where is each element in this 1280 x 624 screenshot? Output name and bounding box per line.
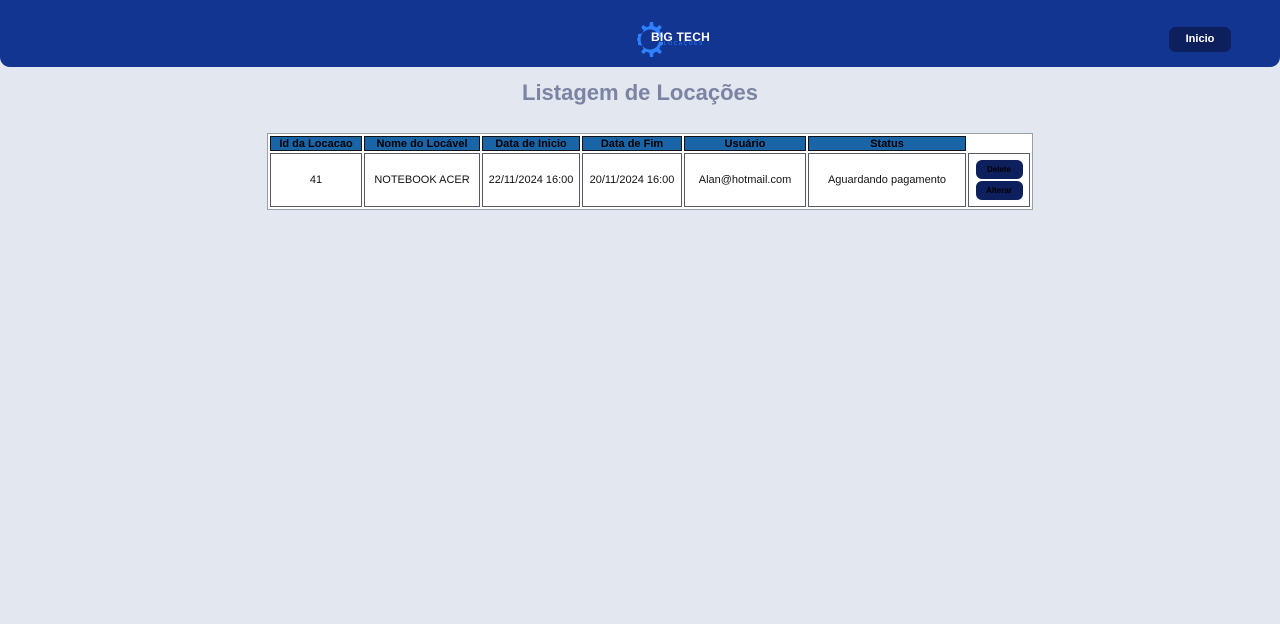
cell-nome: NOTEBOOK ACER (364, 153, 480, 207)
column-header-nome: Nome do Locável (364, 136, 480, 151)
column-header-usuario: Usuário (684, 136, 806, 151)
cell-fim: 20/11/2024 16:00 (582, 153, 682, 207)
logo-subtitle: LOCAÇÕES (664, 41, 704, 47)
column-header-id: Id da Locacao (270, 136, 362, 151)
table-row: 41 NOTEBOOK ACER 22/11/2024 16:00 20/11/… (270, 153, 1030, 207)
alter-button[interactable]: Alterar (975, 181, 1023, 200)
delete-button[interactable]: Delete (975, 160, 1023, 179)
top-navbar: BIG TECH LOCAÇÕES Inicio (0, 0, 1280, 67)
home-button[interactable]: Inicio (1169, 27, 1231, 52)
rentals-table-container: Id da Locacao Nome do Locável Data de In… (267, 133, 1033, 210)
table-header-row: Id da Locacao Nome do Locável Data de In… (270, 136, 1030, 151)
column-header-fim: Data de Fim (582, 136, 682, 151)
page-title: Listagem de Locações (522, 80, 758, 105)
column-header-inicio: Data de Inicio (482, 136, 580, 151)
rentals-table: Id da Locacao Nome do Locável Data de In… (267, 133, 1033, 210)
cell-id: 41 (270, 153, 362, 207)
brand-logo[interactable]: BIG TECH LOCAÇÕES (637, 20, 717, 60)
column-header-status: Status (808, 136, 966, 151)
cell-inicio: 22/11/2024 16:00 (482, 153, 580, 207)
cell-status: Aguardando pagamento (808, 153, 966, 207)
cell-usuario: Alan@hotmail.com (684, 153, 806, 207)
cell-actions: Delete Alterar (968, 153, 1030, 207)
column-header-actions (968, 136, 1030, 151)
